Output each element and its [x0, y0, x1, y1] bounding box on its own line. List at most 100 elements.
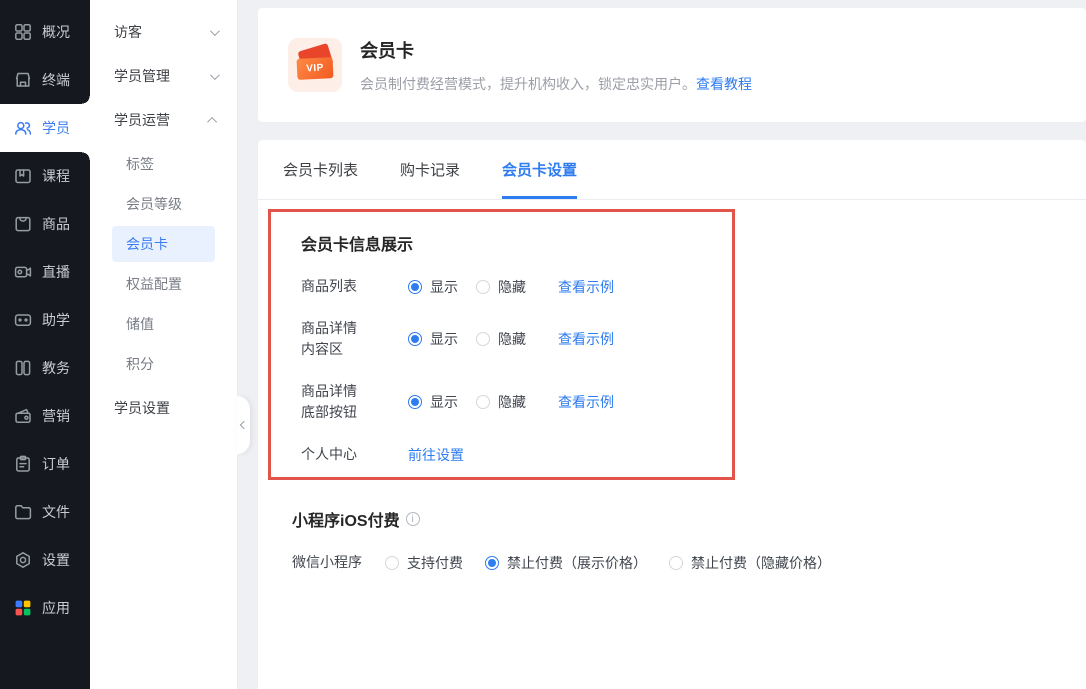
- tab-label: 会员卡设置: [502, 159, 577, 180]
- sidebar-item-academic[interactable]: 教务: [0, 344, 90, 392]
- sidebar-item-label: 助学: [42, 310, 70, 330]
- group-label: 访客: [114, 22, 142, 42]
- form-label: 商品详情 内容区: [301, 318, 408, 360]
- chevron-up-icon: [207, 116, 217, 126]
- view-example-link[interactable]: 查看示例: [558, 329, 614, 349]
- radio-icon: [669, 556, 683, 570]
- settings-card: 会员卡列表 购卡记录 会员卡设置 会员卡信息展示 商品列表 显示: [258, 140, 1086, 689]
- sidebar-item-label: 终端: [42, 70, 70, 90]
- info-icon[interactable]: [406, 512, 420, 526]
- radio-icon: [385, 556, 399, 570]
- radio-icon: [476, 332, 490, 346]
- view-example-link[interactable]: 查看示例: [558, 392, 614, 412]
- radio-label: 禁止付费（隐藏价格）: [691, 553, 831, 573]
- sidebar-collapse-handle[interactable]: [237, 396, 250, 454]
- radio-option-show[interactable]: 显示: [408, 329, 458, 349]
- marketing-wallet-icon: [13, 406, 33, 426]
- goto-settings-link[interactable]: 前往设置: [408, 445, 464, 465]
- sidebar-item-tags[interactable]: 标签: [112, 146, 215, 182]
- radio-label: 显示: [430, 392, 458, 412]
- sidebar-item-orders[interactable]: 订单: [0, 440, 90, 488]
- sidebar-group-student-management[interactable]: 学员管理: [90, 54, 237, 98]
- sidebar-item-files[interactable]: 文件: [0, 488, 90, 536]
- tab-card-list[interactable]: 会员卡列表: [283, 140, 358, 199]
- app-window: 概况 终端 学员 课程 商品 直播 助学 教务: [0, 0, 1086, 689]
- main-content: VIP 会员卡 会员制付费经营模式，提升机构收入，锁定忠实用户。查看教程 会员卡…: [238, 0, 1086, 689]
- students-icon: [13, 118, 33, 138]
- secondary-sidebar: 访客 学员管理 学员运营 标签 会员等级 会员卡 权益配置 储值 积分: [90, 0, 238, 689]
- view-example-link[interactable]: 查看示例: [558, 277, 614, 297]
- radio-option-show[interactable]: 显示: [408, 392, 458, 412]
- radio-icon: [408, 395, 422, 409]
- card-front-shape: VIP: [296, 57, 333, 80]
- sidebar-item-live[interactable]: 直播: [0, 248, 90, 296]
- sidebar-group-visitors[interactable]: 访客: [90, 10, 237, 54]
- sidebar-item-terminal[interactable]: 终端: [0, 56, 90, 104]
- page-description: 会员制付费经营模式，提升机构收入，锁定忠实用户。: [360, 76, 696, 92]
- study-aid-icon: [13, 310, 33, 330]
- page-title: 会员卡: [360, 37, 752, 63]
- form-row-detail-content: 商品详情 内容区 显示 隐藏 查看示例: [301, 318, 732, 360]
- live-camera-icon: [13, 262, 33, 282]
- radio-icon: [485, 556, 499, 570]
- radio-label: 禁止付费（展示价格）: [507, 553, 647, 573]
- radio-icon: [408, 280, 422, 294]
- radio-icon: [476, 395, 490, 409]
- sidebar-item-label: 学员: [42, 118, 70, 138]
- settings-gear-icon: [13, 550, 33, 570]
- sidebar-item-label: 设置: [42, 550, 70, 570]
- sidebar-item-study-aid[interactable]: 助学: [0, 296, 90, 344]
- group-label: 学员运营: [114, 110, 170, 130]
- academic-icon: [13, 358, 33, 378]
- sidebar-item-apps[interactable]: 应用: [0, 584, 90, 632]
- files-folder-icon: [13, 502, 33, 522]
- sidebar-item-points[interactable]: 积分: [112, 346, 215, 382]
- sidebar-item-label: 营销: [42, 406, 70, 426]
- form-label: 微信小程序: [292, 552, 385, 573]
- annotation-highlight-box: 会员卡信息展示 商品列表 显示 隐藏 查看示例: [268, 209, 735, 480]
- goods-icon: [13, 214, 33, 234]
- radio-label: 显示: [430, 329, 458, 349]
- sidebar-item-label: 课程: [42, 166, 70, 186]
- sidebar-item-students[interactable]: 学员: [0, 104, 90, 152]
- card-info-section-title: 会员卡信息展示: [301, 231, 732, 255]
- sidebar-item-member-levels[interactable]: 会员等级: [112, 186, 215, 222]
- radio-option-hide[interactable]: 隐藏: [476, 392, 526, 412]
- group-label: 学员设置: [114, 398, 170, 418]
- radio-label: 隐藏: [498, 329, 526, 349]
- sidebar-item-label: 直播: [42, 262, 70, 282]
- sidebar-item-courses[interactable]: 课程: [0, 152, 90, 200]
- sidebar-item-label: 教务: [42, 358, 70, 378]
- form-row-product-list: 商品列表 显示 隐藏 查看示例: [301, 276, 732, 297]
- tab-bar: 会员卡列表 购卡记录 会员卡设置: [258, 140, 1086, 200]
- sidebar-item-marketing[interactable]: 营销: [0, 392, 90, 440]
- sidebar-group-student-operation[interactable]: 学员运营: [90, 98, 237, 142]
- radio-option-show[interactable]: 显示: [408, 277, 458, 297]
- ios-pay-section: 小程序iOS付费 微信小程序 支持付费 禁止付费（展示价格）: [268, 507, 1061, 573]
- tab-purchase-records[interactable]: 购卡记录: [400, 140, 460, 199]
- sidebar-item-stored-value[interactable]: 储值: [112, 306, 215, 342]
- radio-icon: [476, 280, 490, 294]
- radio-option-forbid-pay-hide-price[interactable]: 禁止付费（隐藏价格）: [669, 553, 831, 573]
- tutorial-link[interactable]: 查看教程: [696, 76, 752, 92]
- radio-label: 隐藏: [498, 277, 526, 297]
- sidebar-item-goods[interactable]: 商品: [0, 200, 90, 248]
- tab-card-settings[interactable]: 会员卡设置: [502, 140, 577, 199]
- sidebar-group-student-settings[interactable]: 学员设置: [90, 386, 237, 430]
- form-row-personal-center: 个人中心 前往设置: [301, 444, 732, 465]
- sidebar-item-overview[interactable]: 概况: [0, 8, 90, 56]
- sidebar-item-settings[interactable]: 设置: [0, 536, 90, 584]
- form-row-detail-bottom-button: 商品详情 底部按钮 显示 隐藏 查看示例: [301, 381, 732, 423]
- radio-option-allow-pay[interactable]: 支持付费: [385, 553, 463, 573]
- sidebar-item-label: 概况: [42, 22, 70, 42]
- radio-option-forbid-pay-show-price[interactable]: 禁止付费（展示价格）: [485, 553, 647, 573]
- tab-content: 会员卡信息展示 商品列表 显示 隐藏 查看示例: [258, 209, 1086, 573]
- primary-sidebar: 概况 终端 学员 课程 商品 直播 助学 教务: [0, 0, 90, 689]
- form-label: 商品列表: [301, 276, 408, 297]
- radio-option-hide[interactable]: 隐藏: [476, 329, 526, 349]
- sidebar-item-rights-config[interactable]: 权益配置: [112, 266, 215, 302]
- sub-item-label: 积分: [126, 354, 154, 374]
- chevron-down-icon: [210, 26, 220, 36]
- sidebar-item-membership-card[interactable]: 会员卡: [112, 226, 215, 262]
- radio-option-hide[interactable]: 隐藏: [476, 277, 526, 297]
